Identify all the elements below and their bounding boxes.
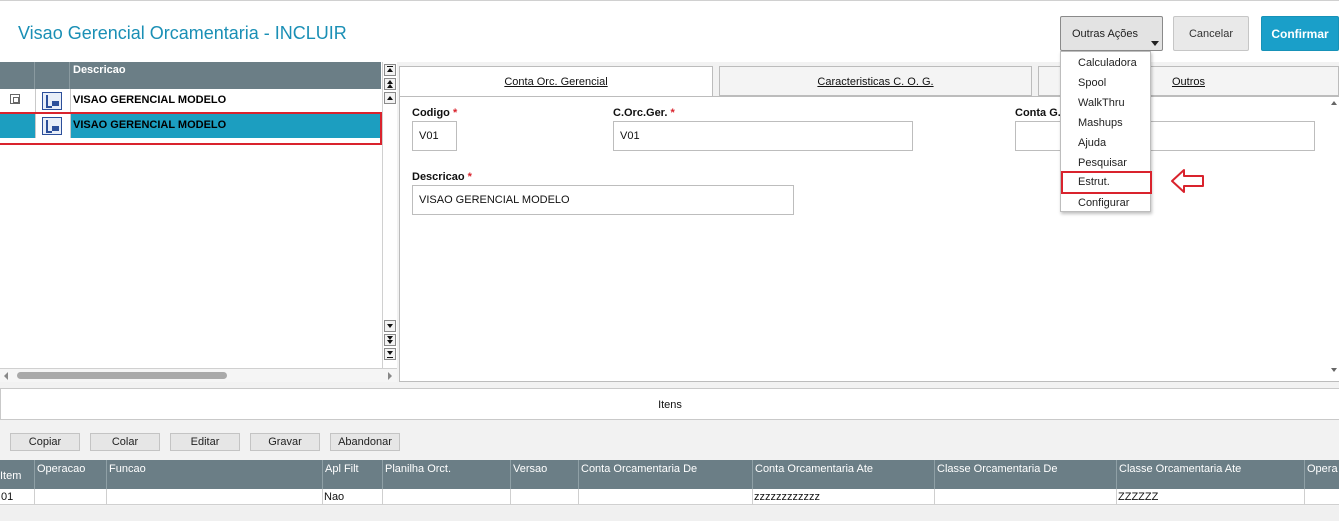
page-title: Visao Gerencial Orcamentaria - INCLUIR [18,23,347,43]
menu-item-spool[interactable]: Spool [1061,73,1150,93]
menu-item-configurar[interactable]: Configurar [1061,193,1150,213]
scroll-up-icon[interactable] [1331,101,1337,105]
tree-row-label: VISAO GERENCIAL MODELO [73,94,227,106]
cancel-button[interactable]: Cancelar [1173,16,1249,51]
grid-header: Item Operacao Funcao Apl Filt Planilha O… [0,460,1339,489]
tree-vertical-scrollbar[interactable] [382,62,397,368]
tree-column-descricao: Descricao [73,64,126,76]
scroll-top-button[interactable] [384,64,396,76]
cell-opera[interactable] [1305,489,1339,505]
app-window: Visao Gerencial Orcamentaria - INCLUIR O… [0,0,1339,521]
column-versao[interactable]: Versao [511,460,579,489]
scroll-up-button[interactable] [384,92,396,104]
cell-funcao[interactable] [107,489,323,505]
tree-row[interactable]: VISAO GERENCIAL MODELO [0,89,381,113]
column-classe-orc-de[interactable]: Classe Orcamentaria De [935,460,1117,489]
editar-button[interactable]: Editar [170,433,240,451]
cell-apl-filt[interactable]: Nao [323,489,383,505]
cell-operacao[interactable] [35,489,107,505]
scroll-page-down-button[interactable] [384,334,396,346]
menu-item-mashups[interactable]: Mashups [1061,113,1150,133]
menu-item-estrut[interactable]: Estrut. [1061,171,1152,194]
chevron-down-icon [1151,41,1159,46]
required-mark: * [452,107,458,119]
column-item[interactable]: Item [0,460,35,489]
required-mark: * [670,107,675,119]
form-tabs: Conta Orc. Gerencial Caracteristicas C. … [399,62,1339,97]
tab-label: Caracteristicas C. O. G. [817,76,934,88]
menu-item-ajuda[interactable]: Ajuda [1061,133,1150,153]
scroll-page-up-button[interactable] [384,78,396,90]
scroll-down-icon[interactable] [1331,368,1337,372]
scroll-thumb[interactable] [17,372,227,379]
outras-acoes-button[interactable]: Outras Ações [1060,16,1163,51]
tab-label: Conta Orc. Gerencial [504,76,608,88]
scroll-left-icon[interactable] [4,372,8,380]
tree-panel: Descricao VISAO GERENCIAL MODELO VISAO G… [0,62,397,382]
selection-highlight-outline [0,112,382,145]
column-classe-orc-ate[interactable]: Classe Orcamentaria Ate [1117,460,1305,489]
column-conta-orc-de[interactable]: Conta Orcamentaria De [579,460,753,489]
abandonar-button[interactable]: Abandonar [330,433,400,451]
tree-header-col-icon [35,62,70,89]
tree-horizontal-scrollbar[interactable] [0,368,397,382]
collapse-icon[interactable] [10,94,20,104]
tab-label: Outros [1171,76,1205,88]
menu-item-walkthru[interactable]: WalkThru [1061,93,1150,113]
column-funcao[interactable]: Funcao [107,460,323,489]
cell-conta-orc-ate[interactable]: zzzzzzzzzzzz [753,489,935,505]
form-panel: Codigo * V01 C.Orc.Ger. * V01 Conta G...… [399,96,1339,382]
cell-versao[interactable] [511,489,579,505]
tree-header-col-expand [0,62,35,89]
column-planilha-orct[interactable]: Planilha Orct. [383,460,511,489]
cell-classe-orc-ate[interactable]: ZZZZZZ [1117,489,1305,505]
confirm-button[interactable]: Confirmar [1261,16,1339,51]
copiar-button[interactable]: Copiar [10,433,80,451]
form-vertical-scrollbar[interactable] [1330,97,1339,381]
colar-button[interactable]: Colar [90,433,160,451]
required-mark: * [467,171,472,183]
gravar-button[interactable]: Gravar [250,433,320,451]
codigo-input[interactable]: V01 [412,121,457,151]
column-conta-orc-ate[interactable]: Conta Orcamentaria Ate [753,460,935,489]
menu-item-calculadora[interactable]: Calculadora [1061,53,1150,73]
tree-row-divider [35,89,36,113]
menu-item-pesquisar[interactable]: Pesquisar [1061,153,1150,173]
column-operacao[interactable]: Operacao [35,460,107,489]
footer-area [0,506,1339,521]
tree-header: Descricao [0,62,381,89]
codigo-label-text: Codigo [412,107,450,119]
corcger-label-text: C.Orc.Ger. [613,107,668,119]
arrow-left-icon [1171,169,1204,193]
cell-planilha-orct[interactable] [383,489,511,505]
structure-node-icon [42,92,62,110]
cell-item[interactable]: 01 [0,489,35,505]
corcger-label: C.Orc.Ger. * [613,107,675,119]
scroll-bottom-button[interactable] [384,348,396,360]
descricao-label-text: Descricao [412,171,465,183]
column-apl-filt[interactable]: Apl Filt [323,460,383,489]
codigo-label: Codigo * [412,107,457,119]
outras-acoes-label: Outras Ações [1072,27,1139,40]
tab-caracteristicas[interactable]: Caracteristicas C. O. G. [719,66,1032,96]
outras-acoes-menu: Calculadora Spool WalkThru Mashups Ajuda… [1060,51,1152,213]
column-opera[interactable]: Opera [1305,460,1339,489]
cell-conta-orc-de[interactable] [579,489,753,505]
scroll-down-button[interactable] [384,320,396,332]
descricao-input[interactable]: VISAO GERENCIAL MODELO [412,185,794,215]
tree-row-divider [70,89,71,113]
tab-conta-orc-gerencial[interactable]: Conta Orc. Gerencial [399,66,713,97]
cell-classe-orc-de[interactable] [935,489,1117,505]
itens-section-title: Itens [0,388,1339,420]
scroll-right-icon[interactable] [388,372,392,380]
table-row[interactable]: 01 Nao zzzzzzzzzzzz ZZZZZZ [0,489,1339,505]
corcger-input[interactable]: V01 [613,121,913,151]
descricao-label: Descricao * [412,171,472,183]
